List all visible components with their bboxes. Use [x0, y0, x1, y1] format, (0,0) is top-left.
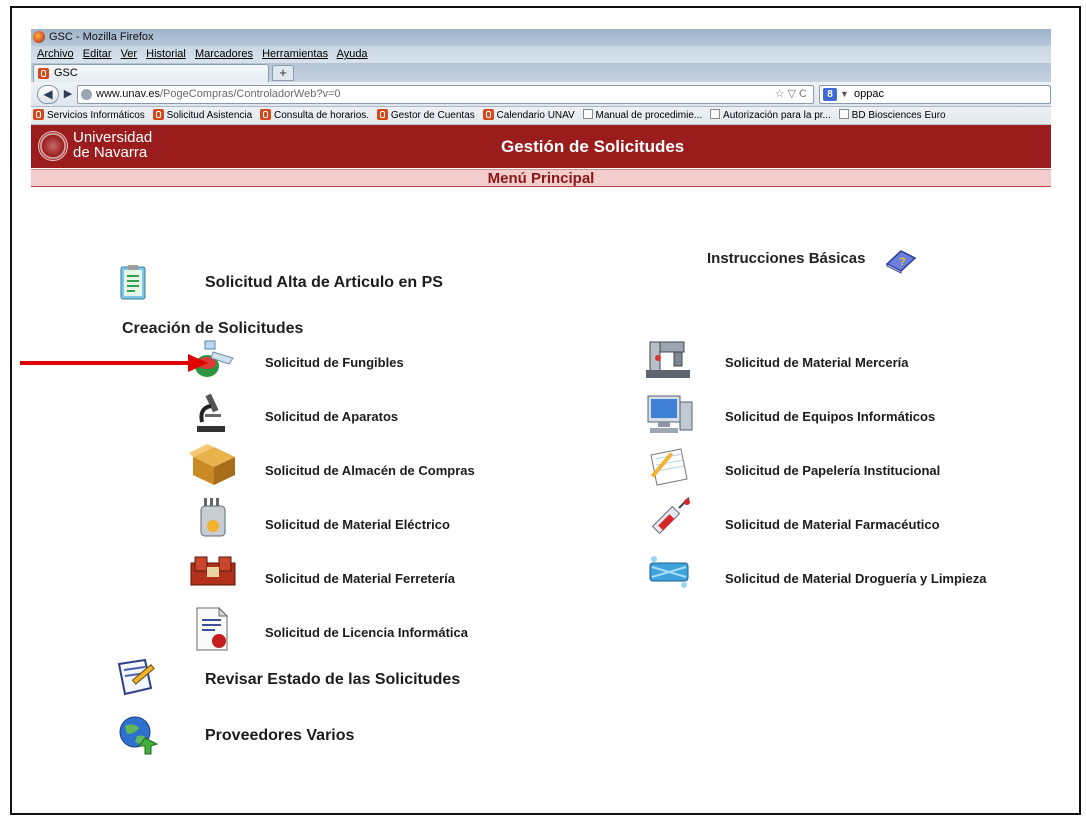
url-path: /PogeCompras/ControladorWeb?v=0	[160, 88, 341, 100]
page-title: Gestión de Solicitudes	[501, 137, 685, 156]
window-title: GSC - Mozilla Firefox	[49, 31, 154, 43]
toolbox-icon[interactable]	[189, 555, 237, 589]
electrical-component-icon[interactable]	[197, 496, 229, 540]
unav-icon	[259, 109, 271, 120]
url-controls[interactable]: ☆ ▽ C	[775, 86, 807, 103]
url-host: www.unav.es	[96, 88, 160, 100]
bookmark-item[interactable]: Calendario UNAV	[482, 107, 575, 124]
new-tab-button[interactable]: +	[272, 65, 294, 81]
unav-icon	[152, 109, 164, 120]
sewing-machine-icon[interactable]	[644, 338, 694, 382]
arrow-left-icon: ◀	[43, 87, 53, 101]
license-certificate-icon[interactable]	[193, 606, 231, 652]
syringe-icon[interactable]	[649, 496, 693, 540]
unav-icon	[38, 68, 49, 79]
annotation-arrow-icon	[20, 354, 208, 372]
svg-text:?: ?	[899, 256, 906, 268]
tab-gsc[interactable]: GSC	[33, 64, 269, 82]
menu-bar: Archivo Editar Ver Historial Marcadores …	[31, 46, 1051, 63]
instructions-link[interactable]: Instrucciones Básicas	[707, 250, 865, 267]
notebook-pencil-icon[interactable]	[645, 445, 693, 487]
menu-marcadores[interactable]: Marcadores	[195, 48, 253, 60]
menu-archivo[interactable]: Archivo	[37, 48, 74, 60]
globe-network-icon[interactable]	[117, 714, 161, 756]
menu-ver[interactable]: Ver	[121, 48, 138, 60]
arrow-right-icon: ▶	[63, 88, 73, 100]
bookmark-item[interactable]: Autorización para la pr...	[710, 107, 831, 124]
tab-label: GSC	[54, 67, 78, 79]
chevron-down-icon[interactable]: ▼	[840, 86, 849, 103]
screenshot-frame: GSC - Mozilla Firefox Archivo Editar Ver…	[10, 6, 1081, 815]
bookmark-item[interactable]: Servicios Informáticos	[33, 107, 145, 124]
bookmarks-toolbar: Servicios Informáticos Solicitud Asisten…	[31, 107, 1051, 125]
forward-button[interactable]: ▶	[59, 87, 77, 102]
bookmark-item[interactable]: BD Biosciences Euro	[838, 107, 946, 124]
unav-icon	[33, 109, 44, 120]
menu-historial[interactable]: Historial	[146, 48, 186, 60]
bookmark-item[interactable]: Solicitud Asistencia	[152, 107, 252, 124]
menu-herramientas[interactable]: Herramientas	[262, 48, 328, 60]
menu-principal-band: Menú Principal	[31, 169, 1051, 187]
microscope-icon[interactable]	[193, 392, 229, 436]
search-engine-icon[interactable]: 8	[823, 88, 837, 101]
page-icon	[838, 109, 849, 119]
globe-icon	[81, 89, 92, 100]
edit-document-icon[interactable]	[115, 658, 159, 698]
university-crest-logo	[38, 131, 68, 161]
unav-icon	[482, 109, 494, 120]
box-icon[interactable]	[189, 443, 239, 487]
firefox-icon	[33, 31, 45, 43]
menu-editar[interactable]: Editar	[83, 48, 112, 60]
page-icon	[582, 109, 593, 119]
page-icon	[710, 109, 721, 119]
site-header: Universidad de Navarra Gestión de Solici…	[31, 125, 1051, 168]
window-titlebar: GSC - Mozilla Firefox	[31, 29, 1051, 46]
section-title: Creación de Solicitudes	[122, 320, 304, 337]
clipboard-list-icon[interactable]	[115, 264, 151, 302]
university-logo-text: Universidad de Navarra	[73, 129, 153, 161]
menu-ayuda[interactable]: Ayuda	[337, 48, 368, 60]
navigation-bar: ◀ ▶ www.unav.es/PogeCompras/ControladorW…	[31, 82, 1051, 107]
bookmark-item[interactable]: Gestor de Cuentas	[376, 107, 475, 124]
bookmark-item[interactable]: Manual de procedimie...	[582, 107, 702, 124]
back-button[interactable]: ◀	[37, 85, 59, 104]
search-input[interactable]: oppac	[854, 88, 884, 100]
url-bar[interactable]: www.unav.es/PogeCompras/ControladorWeb?v…	[77, 85, 814, 104]
unav-icon	[376, 109, 388, 120]
book-question-icon[interactable]: ?	[883, 248, 917, 274]
cleaning-supplies-icon[interactable]	[644, 553, 694, 589]
computer-icon[interactable]	[644, 392, 696, 436]
tab-bar: GSC +	[31, 63, 1051, 82]
bookmark-item[interactable]: Consulta de horarios.	[259, 107, 369, 124]
browser-window: GSC - Mozilla Firefox Archivo Editar Ver…	[31, 29, 1051, 249]
search-bar[interactable]: 8 ▼ oppac	[819, 85, 1051, 104]
